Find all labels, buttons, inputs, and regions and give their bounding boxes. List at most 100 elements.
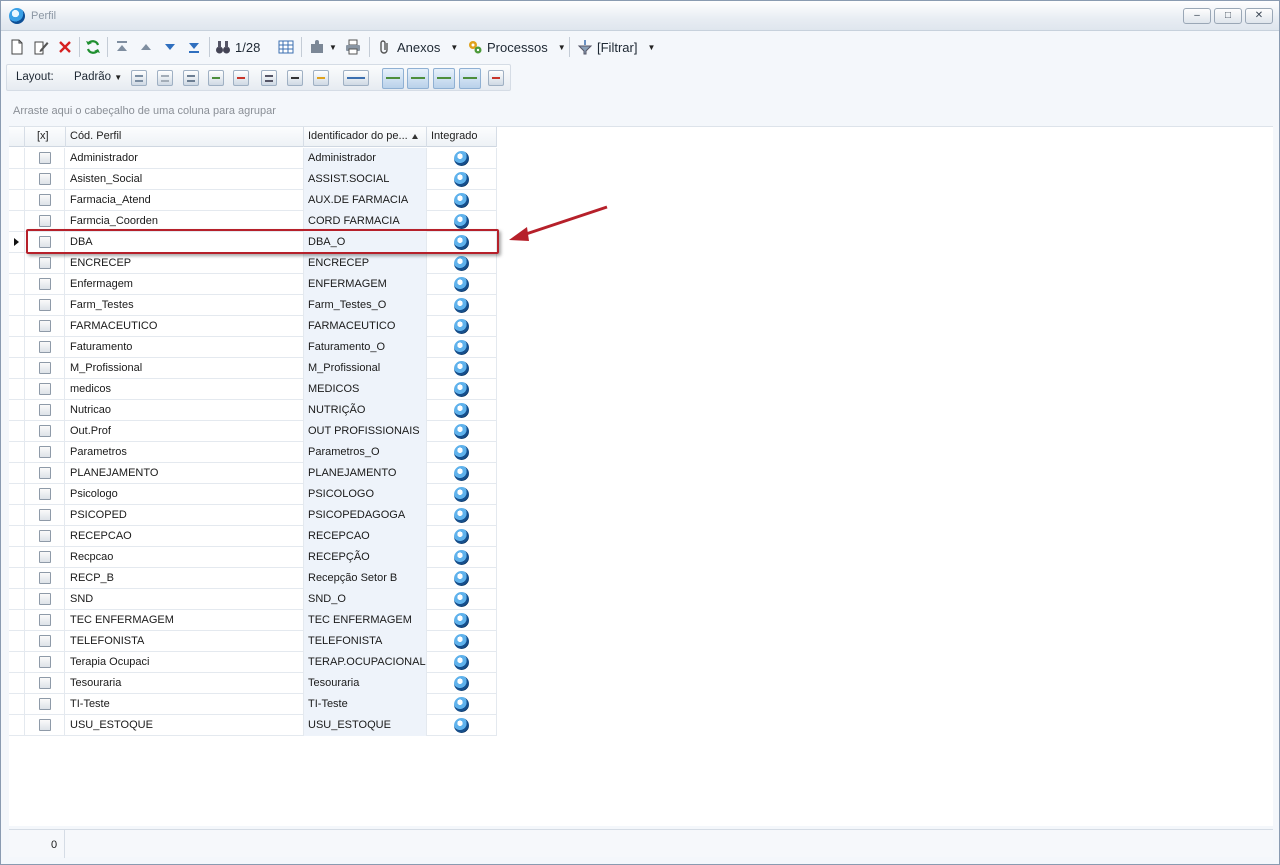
table-row[interactable]: PSICOPED PSICOPEDAGOGA	[9, 505, 497, 526]
identificador-cell[interactable]: RECEPÇÃO	[304, 547, 427, 568]
row-checkbox[interactable]	[39, 656, 51, 668]
table-row[interactable]: Farm_Testes Farm_Testes_O	[9, 295, 497, 316]
row-checkbox[interactable]	[39, 257, 51, 269]
cod-perfil-cell[interactable]: FARMACEUTICO	[66, 316, 304, 337]
identificador-cell[interactable]: MEDICOS	[304, 379, 427, 400]
cod-perfil-cell[interactable]: M_Profissional	[66, 358, 304, 379]
cod-perfil-cell[interactable]: TELEFONISTA	[66, 631, 304, 652]
row-checkbox[interactable]	[39, 488, 51, 500]
identificador-cell[interactable]: NUTRIÇÃO	[304, 400, 427, 421]
row-checkbox[interactable]	[39, 341, 51, 353]
identificador-cell[interactable]: Tesouraria	[304, 673, 427, 694]
row-checkbox[interactable]	[39, 446, 51, 458]
integrado-cell[interactable]	[427, 652, 497, 673]
integrado-cell[interactable]	[427, 190, 497, 211]
row-checkbox[interactable]	[39, 152, 51, 164]
integrado-cell[interactable]	[427, 295, 497, 316]
table-row[interactable]: PLANEJAMENTO PLANEJAMENTO	[9, 463, 497, 484]
table-row[interactable]: Tesouraria Tesouraria	[9, 673, 497, 694]
table-row[interactable]: Faturamento Faturamento_O	[9, 337, 497, 358]
cod-perfil-cell[interactable]: Faturamento	[66, 337, 304, 358]
table-row[interactable]: M_Profissional M_Profissional	[9, 358, 497, 379]
cod-perfil-cell[interactable]: TEC ENFERMAGEM	[66, 610, 304, 631]
next-record-button[interactable]	[162, 37, 178, 57]
row-checkbox[interactable]	[39, 362, 51, 374]
integrado-cell[interactable]	[427, 715, 497, 736]
format-icon[interactable]	[313, 70, 329, 86]
row-checkbox[interactable]	[39, 593, 51, 605]
anexos-button[interactable]: Anexos ▼	[377, 37, 458, 57]
identificador-cell[interactable]: PSICOPEDAGOGA	[304, 505, 427, 526]
row-checkbox[interactable]	[39, 719, 51, 731]
cod-perfil-cell[interactable]: Administrador	[66, 148, 304, 169]
identificador-cell[interactable]: FARMACEUTICO	[304, 316, 427, 337]
integrado-cell[interactable]	[427, 547, 497, 568]
cod-perfil-cell[interactable]: RECEPCAO	[66, 526, 304, 547]
search-button[interactable]: 1/28	[215, 37, 260, 57]
cod-perfil-cell[interactable]: medicos	[66, 379, 304, 400]
layout-preset-dropdown[interactable]: Padrão ▼	[74, 71, 122, 83]
filter-row-icon[interactable]	[261, 70, 277, 86]
integrado-cell[interactable]	[427, 421, 497, 442]
table-row[interactable]: Recpcao RECEPÇÃO	[9, 547, 497, 568]
print-button[interactable]	[345, 37, 361, 57]
identificador-cell[interactable]: ENCRECEP	[304, 253, 427, 274]
identificador-cell[interactable]: TEC ENFERMAGEM	[304, 610, 427, 631]
integrado-cell[interactable]	[427, 379, 497, 400]
cod-perfil-cell[interactable]: PSICOPED	[66, 505, 304, 526]
view-band-icon[interactable]	[433, 68, 455, 89]
maximize-button[interactable]: □	[1214, 8, 1242, 24]
table-row[interactable]: Farmacia_Atend AUX.DE FARMACIA	[9, 190, 497, 211]
cod-perfil-cell[interactable]: Terapia Ocupaci	[66, 652, 304, 673]
row-checkbox[interactable]	[39, 278, 51, 290]
integrado-cell[interactable]	[427, 148, 497, 169]
view-layout-icon[interactable]	[459, 68, 481, 89]
table-row[interactable]: Enfermagem ENFERMAGEM	[9, 274, 497, 295]
identificador-cell[interactable]: SND_O	[304, 589, 427, 610]
view-grid-icon[interactable]	[382, 68, 404, 89]
table-row[interactable]: FARMACEUTICO FARMACEUTICO	[9, 316, 497, 337]
table-row[interactable]: Asisten_Social ASSIST.SOCIAL	[9, 169, 497, 190]
row-checkbox[interactable]	[39, 425, 51, 437]
cod-perfil-cell[interactable]: ENCRECEP	[66, 253, 304, 274]
row-checkbox[interactable]	[39, 698, 51, 710]
identificador-cell[interactable]: ASSIST.SOCIAL	[304, 169, 427, 190]
integrado-cell[interactable]	[427, 673, 497, 694]
row-checkbox[interactable]	[39, 509, 51, 521]
table-row[interactable]: Out.Prof OUT PROFISSIONAIS	[9, 421, 497, 442]
cod-perfil-cell[interactable]: PLANEJAMENTO	[66, 463, 304, 484]
minimize-button[interactable]: –	[1183, 8, 1211, 24]
identificador-cell[interactable]: Administrador	[304, 148, 427, 169]
identificador-cell[interactable]: RECEPCAO	[304, 526, 427, 547]
cod-perfil-cell[interactable]: Psicologo	[66, 484, 304, 505]
cod-perfil-cell[interactable]: Tesouraria	[66, 673, 304, 694]
row-checkbox[interactable]	[39, 299, 51, 311]
summary-sigma-icon[interactable]	[287, 70, 303, 86]
filtrar-button[interactable]: [Filtrar] ▼	[577, 37, 655, 57]
cod-perfil-cell[interactable]: Enfermagem	[66, 274, 304, 295]
integrado-cell[interactable]	[427, 253, 497, 274]
row-checkbox[interactable]	[39, 404, 51, 416]
identificador-cell[interactable]: OUT PROFISSIONAIS	[304, 421, 427, 442]
cod-perfil-cell[interactable]: Parametros	[66, 442, 304, 463]
integrado-cell[interactable]	[427, 505, 497, 526]
integrado-cell[interactable]	[427, 694, 497, 715]
identificador-cell[interactable]: TI-Teste	[304, 694, 427, 715]
integrado-cell[interactable]	[427, 169, 497, 190]
header-integrado[interactable]: Integrado	[427, 127, 497, 147]
identificador-cell[interactable]: Parametros_O	[304, 442, 427, 463]
table-row[interactable]: SND SND_O	[9, 589, 497, 610]
refresh-button[interactable]	[85, 37, 101, 57]
calendar-view-button[interactable]	[278, 37, 294, 57]
cod-perfil-cell[interactable]: SND	[66, 589, 304, 610]
integrado-cell[interactable]	[427, 610, 497, 631]
table-row[interactable]: Terapia Ocupaci TERAP.OCUPACIONAL	[9, 652, 497, 673]
header-cod-perfil[interactable]: Cód. Perfil	[66, 127, 304, 147]
close-window-button[interactable]: ✕	[1245, 8, 1273, 24]
processos-button[interactable]: Processos ▼	[467, 37, 566, 57]
table-row[interactable]: TI-Teste TI-Teste	[9, 694, 497, 715]
table-row[interactable]: RECEPCAO RECEPCAO	[9, 526, 497, 547]
identificador-cell[interactable]: ENFERMAGEM	[304, 274, 427, 295]
integrado-cell[interactable]	[427, 400, 497, 421]
row-checkbox[interactable]	[39, 530, 51, 542]
